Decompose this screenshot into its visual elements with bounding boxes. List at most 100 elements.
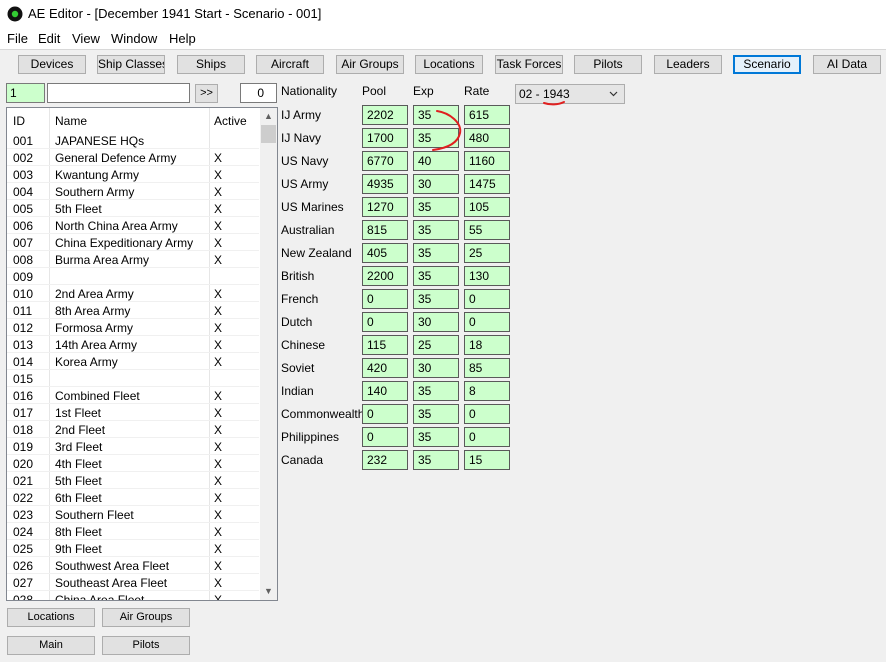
scenario-button[interactable]: Scenario: [733, 55, 801, 74]
list-item[interactable]: 014 Korea Army X: [7, 353, 259, 370]
exp-field[interactable]: 35: [413, 105, 459, 125]
scroll-up-icon[interactable]: ▲: [260, 108, 277, 125]
list-item[interactable]: 011 8th Area Army X: [7, 302, 259, 319]
exp-field[interactable]: 35: [413, 197, 459, 217]
date-select[interactable]: 02 - 1943: [515, 84, 625, 104]
col-header-active[interactable]: Active: [214, 114, 247, 128]
list-item[interactable]: 012 Formosa Army X: [7, 319, 259, 336]
exp-field[interactable]: 35: [413, 427, 459, 447]
menu-help[interactable]: Help: [169, 31, 196, 46]
leaders-button[interactable]: Leaders: [654, 55, 722, 74]
list-item[interactable]: 028 China Area Fleet X: [7, 591, 259, 600]
rate-field[interactable]: 55: [464, 220, 510, 240]
menu-view[interactable]: View: [72, 31, 100, 46]
rate-field[interactable]: 480: [464, 128, 510, 148]
list-item[interactable]: 001 JAPANESE HQs: [7, 132, 259, 149]
id-input[interactable]: 1: [6, 83, 45, 103]
exp-field[interactable]: 30: [413, 174, 459, 194]
pool-field[interactable]: 0: [362, 312, 408, 332]
list-item[interactable]: 017 1st Fleet X: [7, 404, 259, 421]
pool-field[interactable]: 815: [362, 220, 408, 240]
list-item[interactable]: 004 Southern Army X: [7, 183, 259, 200]
list-item[interactable]: 005 5th Fleet X: [7, 200, 259, 217]
list-item[interactable]: 023 Southern Fleet X: [7, 506, 259, 523]
list-item[interactable]: 021 5th Fleet X: [7, 472, 259, 489]
pilots-button[interactable]: Pilots: [574, 55, 642, 74]
exp-field[interactable]: 35: [413, 381, 459, 401]
locations-button[interactable]: Locations: [415, 55, 483, 74]
pool-field[interactable]: 1700: [362, 128, 408, 148]
exp-field[interactable]: 35: [413, 243, 459, 263]
list-item[interactable]: 022 6th Fleet X: [7, 489, 259, 506]
exp-field[interactable]: 35: [413, 450, 459, 470]
task-forces-button[interactable]: Task Forces: [495, 55, 563, 74]
list-item[interactable]: 006 North China Area Army X: [7, 217, 259, 234]
list-item[interactable]: 016 Combined Fleet X: [7, 387, 259, 404]
devices-button[interactable]: Devices: [18, 55, 86, 74]
list-item[interactable]: 018 2nd Fleet X: [7, 421, 259, 438]
list-item[interactable]: 026 Southwest Area Fleet X: [7, 557, 259, 574]
exp-field[interactable]: 30: [413, 312, 459, 332]
list-scrollbar[interactable]: ▲ ▼: [260, 108, 277, 600]
go-button[interactable]: >>: [195, 84, 218, 103]
rate-field[interactable]: 0: [464, 289, 510, 309]
rate-field[interactable]: 1475: [464, 174, 510, 194]
pool-field[interactable]: 232: [362, 450, 408, 470]
name-search-input[interactable]: [47, 83, 190, 103]
col-header-name[interactable]: Name: [55, 114, 87, 128]
rate-field[interactable]: 130: [464, 266, 510, 286]
aircraft-button[interactable]: Aircraft: [256, 55, 324, 74]
pool-field[interactable]: 140: [362, 381, 408, 401]
rate-field[interactable]: 105: [464, 197, 510, 217]
scroll-thumb[interactable]: [261, 125, 276, 143]
ai-data-button[interactable]: AI Data: [813, 55, 881, 74]
list-item[interactable]: 024 8th Fleet X: [7, 523, 259, 540]
menu-window[interactable]: Window: [111, 31, 157, 46]
bottom-main-button[interactable]: Main: [7, 636, 95, 655]
rate-field[interactable]: 18: [464, 335, 510, 355]
pool-field[interactable]: 0: [362, 427, 408, 447]
hq-list[interactable]: ID Name Active 001 JAPANESE HQs 002 General…: [6, 107, 278, 601]
pool-field[interactable]: 2202: [362, 105, 408, 125]
rate-field[interactable]: 15: [464, 450, 510, 470]
col-header-id[interactable]: ID: [13, 114, 25, 128]
list-item[interactable]: 008 Burma Area Army X: [7, 251, 259, 268]
pool-field[interactable]: 405: [362, 243, 408, 263]
exp-field[interactable]: 35: [413, 220, 459, 240]
rate-field[interactable]: 8: [464, 381, 510, 401]
list-item[interactable]: 019 3rd Fleet X: [7, 438, 259, 455]
exp-field[interactable]: 35: [413, 289, 459, 309]
pool-field[interactable]: 420: [362, 358, 408, 378]
ship-classes-button[interactable]: Ship Classes: [97, 55, 165, 74]
rate-field[interactable]: 615: [464, 105, 510, 125]
list-item[interactable]: 009: [7, 268, 259, 285]
exp-field[interactable]: 30: [413, 358, 459, 378]
rate-field[interactable]: 0: [464, 404, 510, 424]
rate-field[interactable]: 25: [464, 243, 510, 263]
rate-field[interactable]: 85: [464, 358, 510, 378]
menu-edit[interactable]: Edit: [38, 31, 60, 46]
scroll-down-icon[interactable]: ▼: [260, 583, 277, 600]
pool-field[interactable]: 6770: [362, 151, 408, 171]
pool-field[interactable]: 4935: [362, 174, 408, 194]
pool-field[interactable]: 2200: [362, 266, 408, 286]
bottom-air-groups-button[interactable]: Air Groups: [102, 608, 190, 627]
list-item[interactable]: 025 9th Fleet X: [7, 540, 259, 557]
list-item[interactable]: 013 14th Area Army X: [7, 336, 259, 353]
rate-field[interactable]: 0: [464, 312, 510, 332]
pool-field[interactable]: 0: [362, 404, 408, 424]
list-item[interactable]: 002 General Defence Army X: [7, 149, 259, 166]
pool-field[interactable]: 115: [362, 335, 408, 355]
bottom-locations-button[interactable]: Locations: [7, 608, 95, 627]
list-item[interactable]: 007 China Expeditionary Army X: [7, 234, 259, 251]
exp-field[interactable]: 35: [413, 128, 459, 148]
list-item[interactable]: 010 2nd Area Army X: [7, 285, 259, 302]
bottom-pilots-button[interactable]: Pilots: [102, 636, 190, 655]
air-groups-button[interactable]: Air Groups: [336, 55, 404, 74]
list-item[interactable]: 027 Southeast Area Fleet X: [7, 574, 259, 591]
exp-field[interactable]: 40: [413, 151, 459, 171]
list-item[interactable]: 015: [7, 370, 259, 387]
exp-field[interactable]: 35: [413, 404, 459, 424]
list-item[interactable]: 003 Kwantung Army X: [7, 166, 259, 183]
exp-field[interactable]: 35: [413, 266, 459, 286]
